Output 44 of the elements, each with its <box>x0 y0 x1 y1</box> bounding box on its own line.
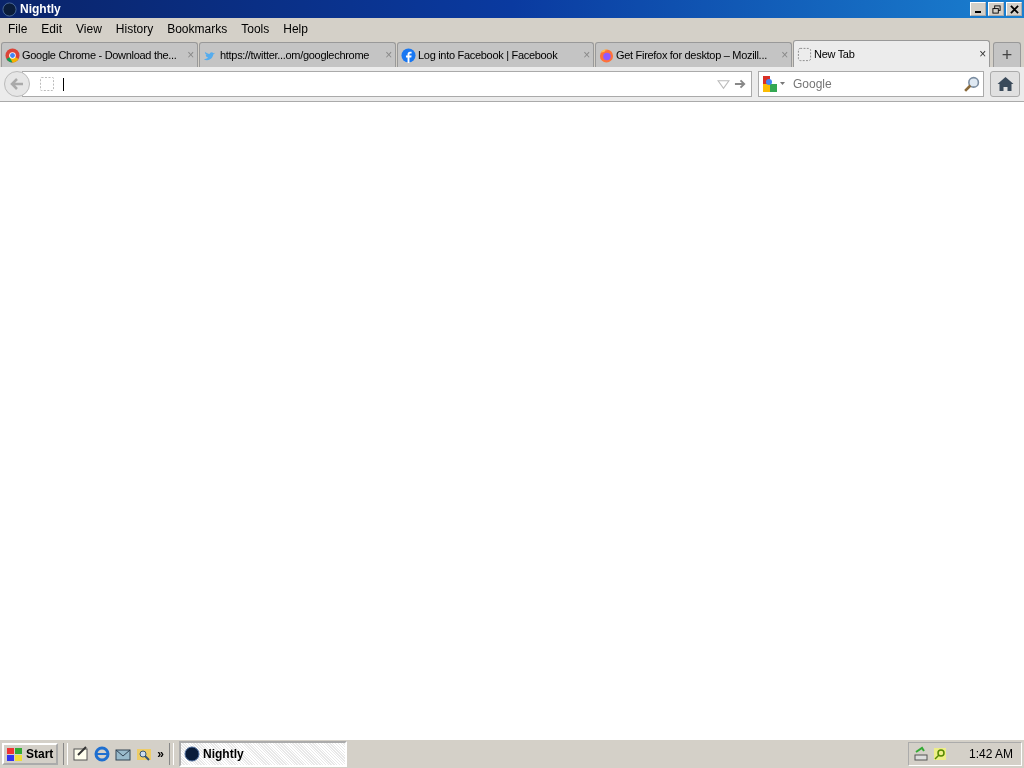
start-button[interactable]: Start <box>2 743 59 765</box>
browser-tab[interactable]: Google Chrome - Download the... × <box>1 42 198 67</box>
mail-icon[interactable] <box>115 746 132 762</box>
search-field[interactable]: Google <box>758 71 984 97</box>
browser-tab[interactable]: Log into Facebook | Facebook × <box>397 42 594 67</box>
restore-icon <box>991 4 1001 14</box>
new-tab-button[interactable]: + <box>993 42 1021 67</box>
address-field[interactable] <box>22 71 752 97</box>
search-engine-icon[interactable] <box>761 75 787 93</box>
browser-tab[interactable]: Get Firefox for desktop – Mozill... × <box>595 42 792 67</box>
taskbar-button[interactable]: Nightly <box>179 741 348 767</box>
dropdown-icon <box>717 78 730 90</box>
window-title: Nightly <box>20 2 61 16</box>
minimize-button[interactable] <box>970 2 986 16</box>
home-icon <box>996 76 1014 92</box>
chrome-icon <box>5 47 20 63</box>
blank-page-icon <box>797 46 812 62</box>
clock: 1:42 AM <box>968 747 1013 761</box>
close-icon <box>1009 4 1019 14</box>
close-tab-button[interactable]: × <box>979 47 986 61</box>
minimize-icon <box>975 11 981 13</box>
go-arrow-icon <box>734 78 747 90</box>
more-button[interactable]: » <box>157 747 165 761</box>
globe-icon <box>2 1 17 17</box>
menu-item[interactable]: Help <box>278 21 313 36</box>
menu-item[interactable]: Tools <box>236 21 275 36</box>
facebook-icon <box>401 47 416 63</box>
blank-page-icon <box>39 76 55 92</box>
folder-search-icon[interactable] <box>136 746 153 762</box>
search-icon[interactable] <box>963 75 980 93</box>
firefox-icon <box>599 47 614 63</box>
menu-item[interactable]: View <box>71 21 107 36</box>
restore-button[interactable] <box>988 2 1004 16</box>
globe-icon <box>184 746 201 762</box>
browser-tab[interactable]: New Tab × <box>793 40 990 67</box>
menu-item[interactable]: Bookmarks <box>162 21 233 36</box>
menu-item[interactable]: Edit <box>36 21 68 36</box>
close-button[interactable] <box>1006 2 1022 16</box>
back-arrow-icon <box>9 76 25 92</box>
browser-tab[interactable]: https://twitter...om/googlechrome × <box>199 42 396 67</box>
menu-item[interactable]: History <box>110 21 159 36</box>
windows-logo-icon <box>7 747 23 761</box>
home-button[interactable] <box>990 71 1020 97</box>
menu-item[interactable]: File <box>3 21 33 36</box>
